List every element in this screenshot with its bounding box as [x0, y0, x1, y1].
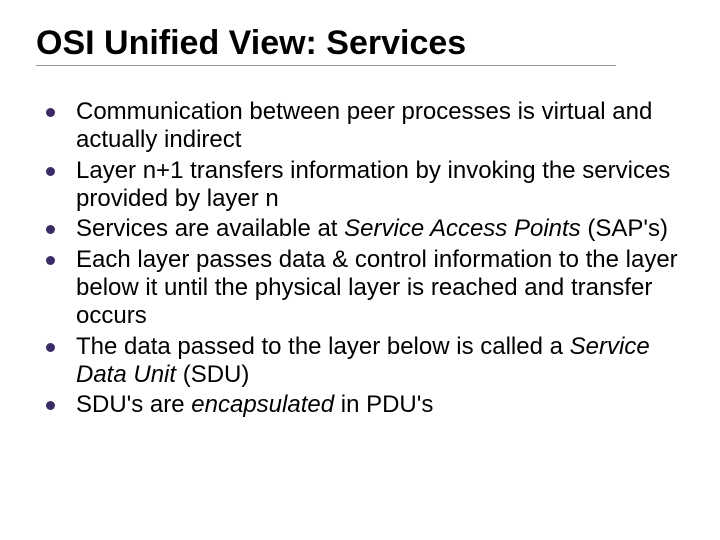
bullet-text: The data passed to the layer below is ca…	[76, 333, 570, 360]
list-item: The data passed to the layer below is ca…	[42, 333, 684, 390]
bullet-list: Communication between peer processes is …	[36, 98, 684, 419]
bullet-emph: Service Access Points	[344, 215, 581, 242]
slide-title: OSI Unified View: Services	[36, 24, 616, 66]
bullet-emph: encapsulated	[191, 391, 334, 418]
list-item: Layer n+1 transfers information by invok…	[42, 157, 684, 214]
bullet-text-post: in PDU's	[334, 391, 433, 418]
list-item: SDU's are encapsulated in PDU's	[42, 391, 684, 419]
bullet-text: Communication between peer processes is …	[76, 98, 652, 153]
bullet-text: Layer n+1 transfers information by invok…	[76, 157, 670, 212]
list-item: Each layer passes data & control informa…	[42, 246, 684, 331]
bullet-text-post: (SDU)	[176, 361, 249, 388]
bullet-text: Each layer passes data & control informa…	[76, 246, 678, 330]
list-item: Communication between peer processes is …	[42, 98, 684, 155]
list-item: Services are available at Service Access…	[42, 215, 684, 243]
bullet-text: Services are available at	[76, 215, 344, 242]
slide: OSI Unified View: Services Communication…	[0, 0, 720, 540]
bullet-text-post: (SAP's)	[581, 215, 668, 242]
bullet-text: SDU's are	[76, 391, 191, 418]
